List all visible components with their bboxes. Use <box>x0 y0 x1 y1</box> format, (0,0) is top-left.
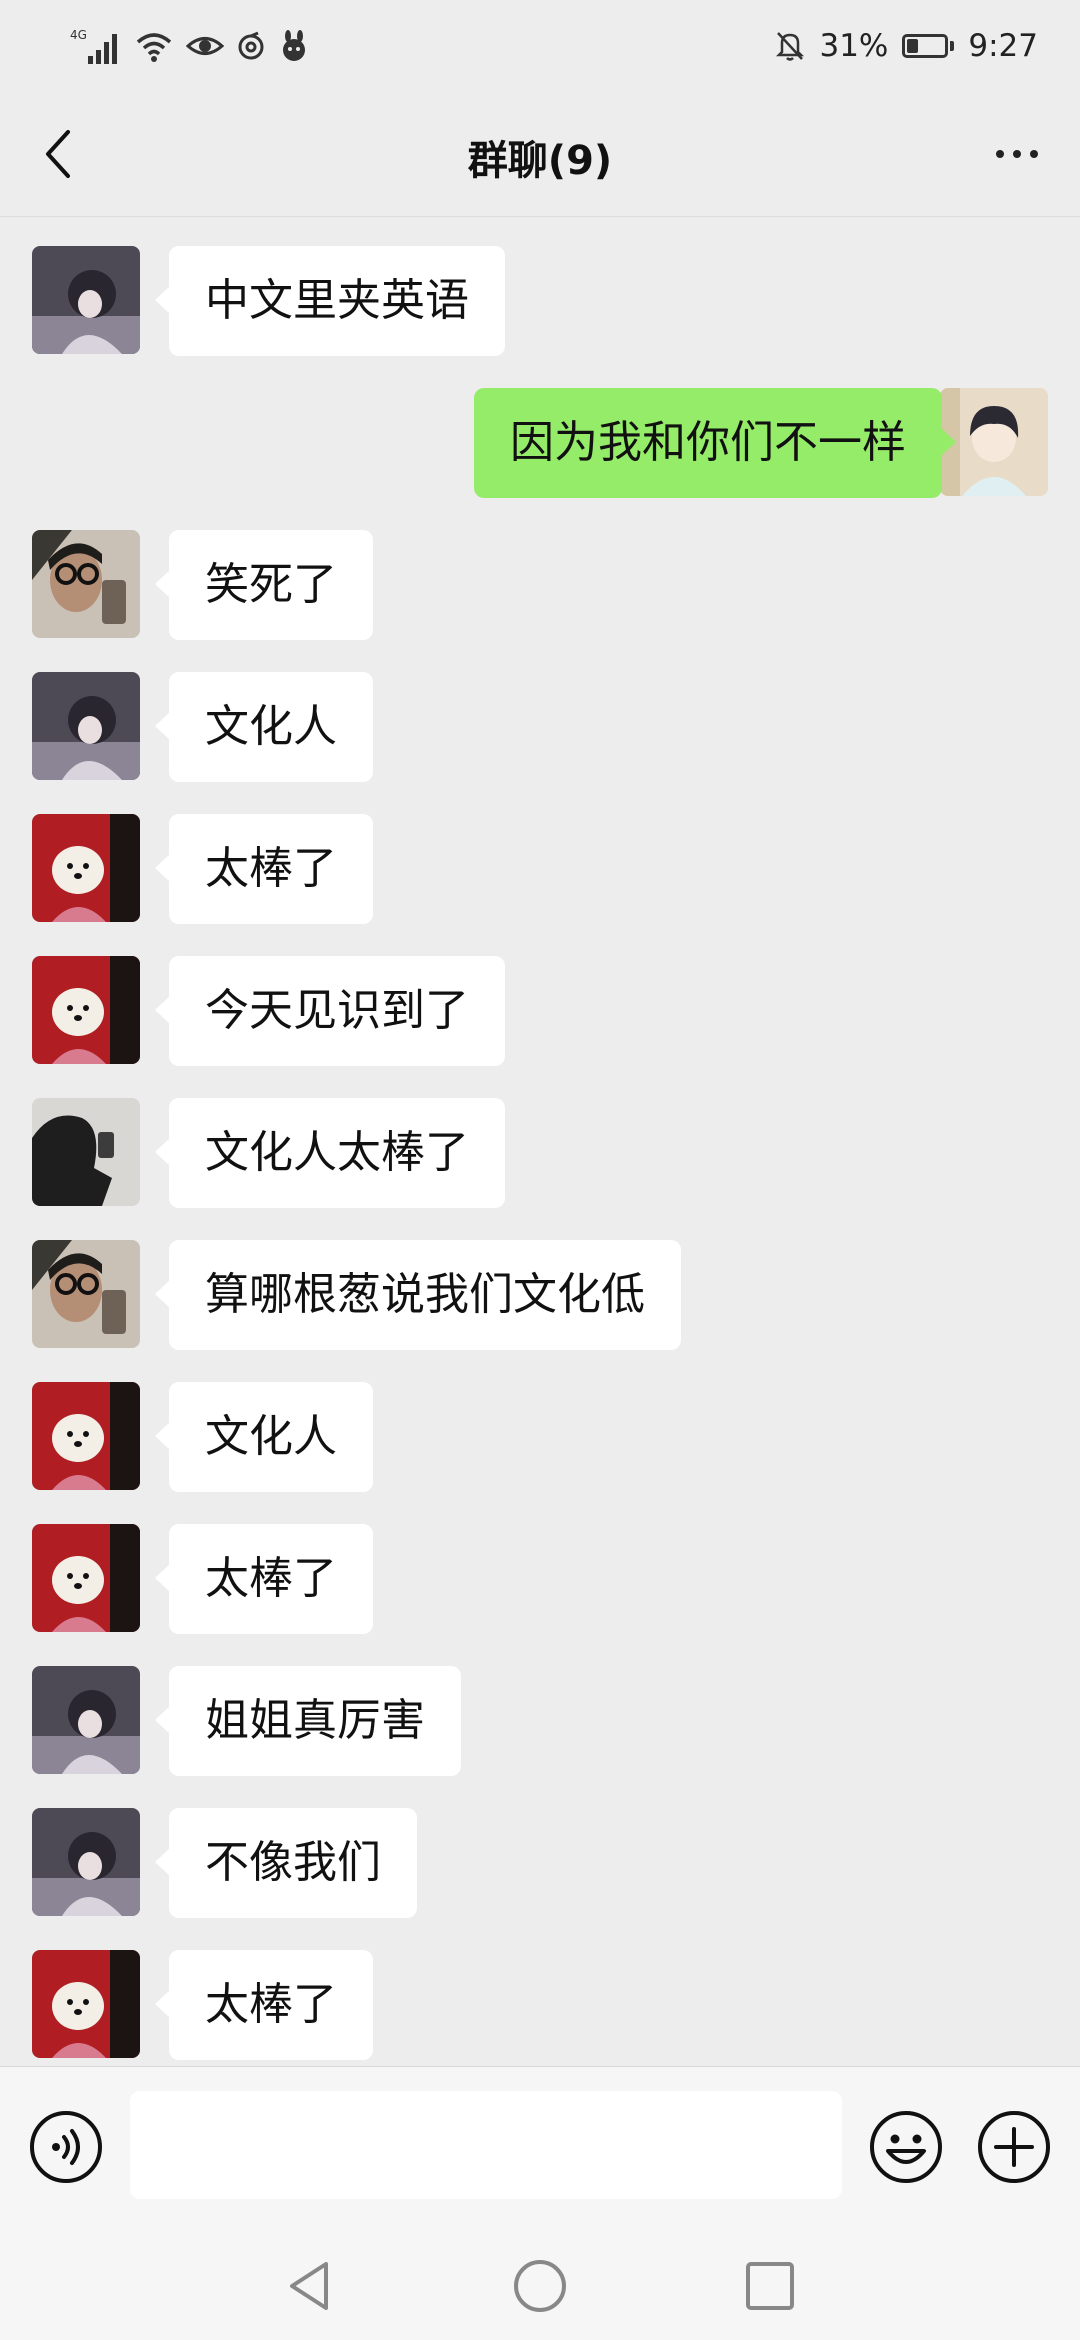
avatar-girl-anime[interactable] <box>32 672 140 780</box>
circle-home-icon <box>514 2260 566 2312</box>
more-dot <box>1013 150 1021 158</box>
own-message-bubble[interactable]: 因为我和你们不一样 <box>474 388 956 498</box>
message-row: 太棒了 <box>0 1524 1080 1634</box>
avatar-girl-anime[interactable] <box>32 246 140 354</box>
clock: 9:27 <box>968 28 1038 64</box>
message-row: 太棒了 <box>0 1950 1080 2060</box>
nav-recents-button[interactable] <box>740 2256 800 2316</box>
status-icons-right: 31% 9:27 <box>775 24 1038 68</box>
voice-input-button[interactable] <box>28 2109 104 2185</box>
emoji-button[interactable] <box>868 2109 944 2185</box>
avatar-glasses-selfie[interactable] <box>32 530 140 638</box>
more-dot <box>1030 150 1038 158</box>
triangle-back-icon <box>290 2262 328 2310</box>
message-bubble[interactable]: 中文里夹英语 <box>155 246 505 356</box>
message-bubble[interactable]: 文化人 <box>155 1382 373 1492</box>
input-bar <box>0 2066 1080 2229</box>
avatar-dog-red[interactable] <box>32 1382 140 1490</box>
avatar-dark-figure[interactable] <box>32 1098 140 1206</box>
message-bubble[interactable]: 姐姐真厉害 <box>155 1666 461 1776</box>
message-row: 因为我和你们不一样 <box>0 388 1080 498</box>
message-bubble[interactable]: 文化人 <box>155 672 373 782</box>
voice-icon <box>30 2111 102 2183</box>
network-type-label: 4G <box>70 28 87 42</box>
chat-header: 群聊(9) <box>0 92 1080 217</box>
avatar-boy-anime[interactable] <box>940 388 1048 496</box>
message-bubble[interactable]: 太棒了 <box>155 1950 373 2060</box>
plus-icon <box>978 2111 1050 2183</box>
message-row: 太棒了 <box>0 814 1080 924</box>
message-bubble[interactable]: 今天见识到了 <box>155 956 505 1066</box>
message-row: 中文里夹英语 <box>0 246 1080 356</box>
status-icons-left: 4G <box>70 24 310 68</box>
message-row: 不像我们 <box>0 1808 1080 1918</box>
swirl-app-icon <box>238 31 264 60</box>
battery-percent: 31% <box>819 28 889 64</box>
square-recents-icon <box>746 2262 794 2310</box>
avatar-dog-red[interactable] <box>32 1524 140 1632</box>
message-bubble[interactable]: 文化人太棒了 <box>155 1098 505 1208</box>
avatar-dog-red[interactable] <box>32 1950 140 2058</box>
message-bubble[interactable]: 太棒了 <box>155 814 373 924</box>
message-row: 文化人 <box>0 672 1080 782</box>
message-row: 文化人太棒了 <box>0 1098 1080 1208</box>
wifi-icon <box>136 33 172 62</box>
message-bubble[interactable]: 算哪根葱说我们文化低 <box>155 1240 681 1350</box>
status-bar: 4G 31% 9:27 <box>0 0 1080 92</box>
message-row: 姐姐真厉害 <box>0 1666 1080 1776</box>
more-options-button[interactable] <box>982 128 1052 180</box>
message-row: 今天见识到了 <box>0 956 1080 1066</box>
message-input[interactable] <box>130 2091 842 2199</box>
chat-title: 群聊(9) <box>467 138 613 184</box>
nav-home-button[interactable] <box>510 2256 570 2316</box>
avatar-girl-anime[interactable] <box>32 1808 140 1916</box>
cellular-signal-icon: 4G <box>70 28 117 64</box>
message-row: 算哪根葱说我们文化低 <box>0 1240 1080 1350</box>
avatar-girl-anime[interactable] <box>32 1666 140 1774</box>
message-row: 文化人 <box>0 1382 1080 1492</box>
message-row: 笑死了 <box>0 530 1080 640</box>
system-nav-bar <box>0 2228 1080 2340</box>
nav-back-button[interactable] <box>280 2256 340 2316</box>
avatar-glasses-selfie[interactable] <box>32 1240 140 1348</box>
message-bubble[interactable]: 太棒了 <box>155 1524 373 1634</box>
smiley-icon <box>870 2111 942 2183</box>
message-bubble[interactable]: 笑死了 <box>155 530 373 640</box>
more-dots-icon <box>996 150 1004 158</box>
rabbit-app-icon <box>283 30 305 61</box>
bell-muted-icon <box>776 32 805 61</box>
avatar-dog-red[interactable] <box>32 814 140 922</box>
message-list[interactable]: 中文里夹英语 因为我和你们不一样 笑死了 文化人 太棒了 今天见识到了 文化人太… <box>0 216 1080 2066</box>
message-bubble[interactable]: 不像我们 <box>155 1808 417 1918</box>
battery-icon <box>902 34 955 58</box>
eye-icon <box>186 37 224 55</box>
avatar-dog-red[interactable] <box>32 956 140 1064</box>
more-functions-button[interactable] <box>976 2109 1052 2185</box>
